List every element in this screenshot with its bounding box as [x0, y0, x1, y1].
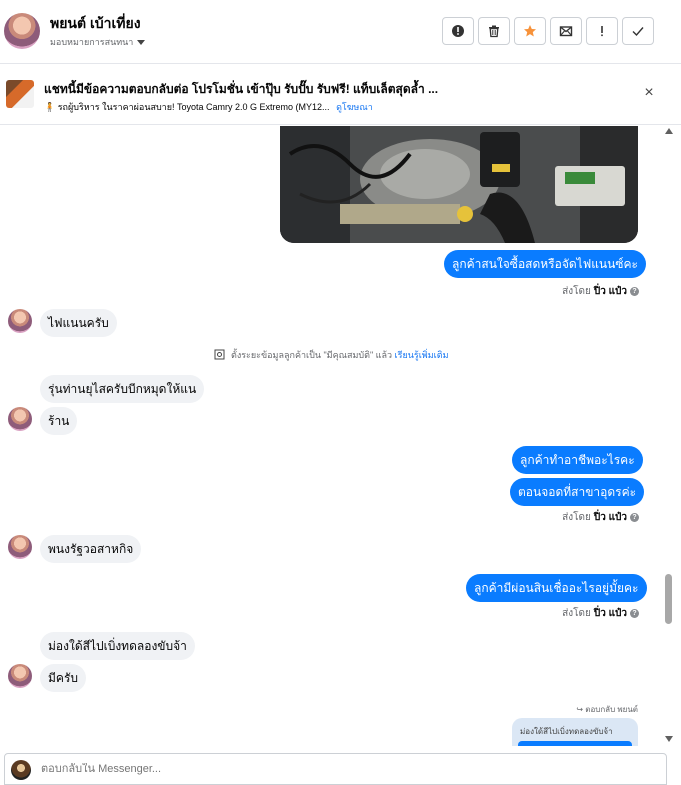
reply-hint-text: ตอบกลับ พยนต์	[585, 705, 638, 714]
help-icon[interactable]: ?	[630, 609, 639, 618]
engine-image	[280, 126, 638, 243]
ad-banner-title: แชทนี้มีข้อความตอบกลับต่อ โปรโมชั่น เข้า…	[44, 82, 439, 96]
reply-input[interactable]	[41, 763, 641, 775]
contact-avatar-small[interactable]	[8, 664, 32, 688]
sent-by-prefix: ส่งโดย	[562, 608, 591, 619]
contact-avatar-small[interactable]	[8, 407, 32, 431]
inbox-conversation: พยนต์ เบ้าเที่ยง มอบหมายการสนทนา แชทนี้ม…	[0, 0, 681, 785]
learn-more-link[interactable]: เรียนรู้เพิ่มเติม	[395, 350, 449, 360]
message-incoming[interactable]: ไฟแนนครับ	[40, 309, 117, 337]
contact-name[interactable]: พยนต์ เบ้าเที่ยง	[50, 13, 141, 35]
chat-scrollbar[interactable]	[663, 126, 675, 746]
scroll-down-arrow-icon[interactable]	[665, 736, 673, 742]
message-outgoing[interactable]: ลูกค้าทำอาชีพอะไรคะ	[512, 446, 643, 474]
conversation-header: พยนต์ เบ้าเที่ยง มอบหมายการสนทนา	[0, 0, 681, 64]
mark-done-button[interactable]	[622, 17, 654, 45]
check-icon	[632, 27, 644, 37]
reply-arrow-icon: ↪	[576, 705, 584, 714]
message-outgoing[interactable]: ลูกค้ามีผ่อนสินเชื่ออะไรอยู่มั้ยคะ	[466, 574, 647, 602]
ad-name: 🧍 รถผู้บริหาร ในราคาผ่อนสบาย! Toyota Cam…	[44, 102, 330, 112]
message-incoming[interactable]: รุ่นท่านยุไสครับบีกหมุดให้แน	[40, 375, 205, 403]
sent-by-prefix: ส่งโดย	[562, 286, 591, 297]
sent-by-prefix: ส่งโดย	[562, 512, 591, 523]
mail-icon	[559, 26, 573, 37]
reply-hint: ↪ ตอบกลับ พยนต์	[576, 703, 638, 716]
mark-unread-button[interactable]	[550, 17, 582, 45]
contact-avatar-small[interactable]	[8, 309, 32, 333]
agent-name[interactable]: ปิ่ว แป๋ว	[594, 510, 627, 525]
scroll-up-arrow-icon[interactable]	[665, 128, 673, 134]
contact-avatar-small[interactable]	[8, 535, 32, 559]
sent-by-label: ส่งโดย ปิ่ว แป๋ว ?	[562, 510, 639, 525]
star-icon	[524, 25, 536, 37]
assign-label: มอบหมายการสนทนา	[50, 37, 134, 47]
caret-down-icon	[137, 39, 146, 45]
system-note: ตั้งระยะข้อมูลลูกค้าเป็น "มีคุณสมบัติ" แ…	[0, 348, 663, 362]
spam-button[interactable]	[442, 17, 474, 45]
message-thread[interactable]: ลูกค้าสนใจซื้อสดหรือจัดไฟแนนซ์คะ ส่งโดย …	[0, 126, 663, 746]
agent-name[interactable]: ปิ่ว แป๋ว	[594, 284, 627, 299]
message-outgoing[interactable]: ลูกค้าสนใจซื้อสดหรือจัดไฟแนนซ์คะ	[444, 250, 646, 278]
message-outgoing[interactable]: ตอนจอดที่สาขาอุดรค่ะ	[510, 478, 645, 506]
reply-bubble-top[interactable]	[518, 741, 632, 746]
reply-composer	[4, 753, 667, 785]
trash-icon	[489, 25, 499, 38]
car-engine-photo[interactable]	[280, 126, 638, 243]
assign-conversation-dropdown[interactable]: มอบหมายการสนทนา	[50, 35, 146, 49]
exclamation-icon	[601, 26, 603, 37]
sent-by-label: ส่งโดย ปิ่ว แป๋ว ?	[562, 606, 639, 621]
scrollbar-thumb[interactable]	[665, 574, 672, 624]
system-note-text: ตั้งระยะข้อมูลลูกค้าเป็น "มีคุณสมบัติ" แ…	[230, 350, 393, 360]
help-icon[interactable]: ?	[630, 513, 639, 522]
message-incoming[interactable]: ร้าน	[40, 407, 78, 435]
ad-thumbnail	[6, 80, 34, 108]
header-actions	[442, 17, 654, 45]
tag-icon	[214, 349, 225, 360]
message-incoming[interactable]: มีครับ	[40, 664, 86, 692]
delete-button[interactable]	[478, 17, 510, 45]
message-incoming[interactable]: ม่องใด้สีไปเบิ่งทดลองขับจ้า	[40, 632, 195, 660]
view-ad-link[interactable]: ดูโฆษณา	[336, 102, 373, 112]
follow-up-button[interactable]	[586, 17, 618, 45]
page-avatar	[11, 760, 31, 780]
agent-name[interactable]: ปิ่ว แป๋ว	[594, 606, 627, 621]
ad-reply-banner: แชทนี้มีข้อความตอบกลับต่อ โปรโมชั่น เข้า…	[0, 65, 681, 125]
alert-circle-icon	[452, 25, 464, 37]
ad-banner-subtitle: 🧍 รถผู้บริหาร ในราคาผ่อนสบาย! Toyota Cam…	[44, 100, 373, 114]
star-button[interactable]	[514, 17, 546, 45]
sent-by-label: ส่งโดย ปิ่ว แป๋ว ?	[562, 284, 639, 299]
contact-avatar[interactable]	[4, 13, 40, 49]
help-icon[interactable]: ?	[630, 287, 639, 296]
message-incoming[interactable]: พนงรัฐวอสาหกิจ	[40, 535, 142, 563]
close-icon[interactable]: ×	[641, 85, 657, 101]
